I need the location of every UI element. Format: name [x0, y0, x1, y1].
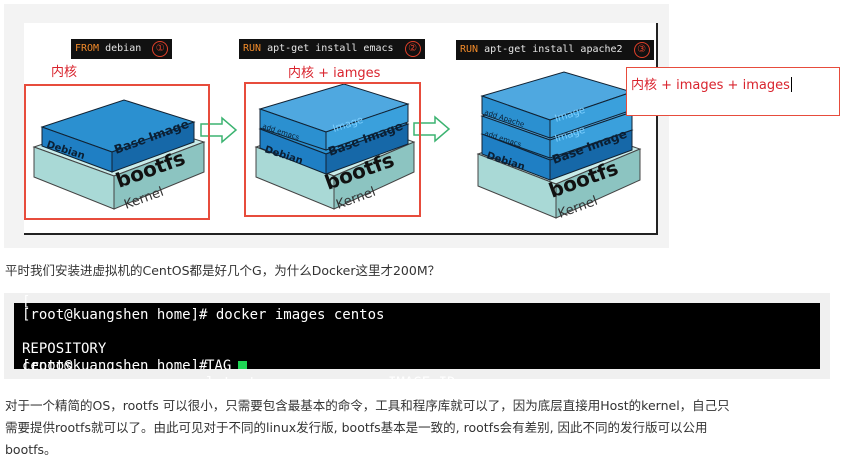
annotation-note-box[interactable]: 内核 + images + images [626, 67, 840, 116]
annotation-note-text: 内核 + images + images [631, 74, 792, 93]
terminal-command-line: [root@kuangshen home]# docker images cen… [22, 307, 385, 323]
explanation-line-3: bootfs。 [5, 442, 57, 457]
cell-tag: latest [206, 375, 257, 391]
annotation-note-value: 内核 + images + images [631, 78, 790, 93]
terminal-cursor [238, 361, 247, 369]
terminal-prompt-2: [root@kuangshen home]# [22, 358, 216, 369]
stack-3: add Apache Image add emacs Image Debian … [476, 71, 642, 222]
highlight-box-1 [24, 84, 210, 220]
terminal-window: [ [root@kuangshen home]# docker images c… [14, 294, 820, 442]
cell-size: 237MB [755, 426, 798, 442]
highlight-box-2 [244, 82, 421, 217]
explanation-line-2: 需要提供rootfs就可以了。由此可见对于不同的linux发行版, bootfs… [5, 420, 708, 435]
question-paragraph: 平时我们安装进虚拟机的CentOS都是好几个G，为什么Docker这里才200M… [5, 263, 441, 278]
terminal-screenshot: [ [root@kuangshen home]# docker images c… [4, 293, 830, 442]
docker-layers-figure: FROM debian ① RUN apt-get install emacs … [4, 4, 669, 248]
explanation-line-1: 对于一个精简的OS，rootfs 可以很小，只需要包含最基本的命令，工具和程序库… [5, 398, 730, 413]
text-caret [790, 77, 792, 92]
